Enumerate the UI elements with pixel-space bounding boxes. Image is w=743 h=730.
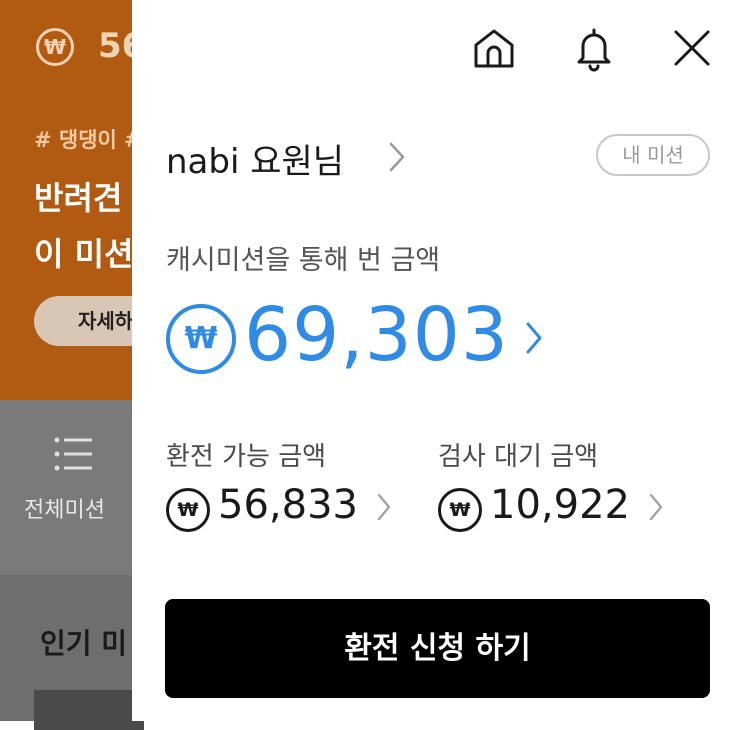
chevron-right-icon <box>526 322 542 354</box>
pending-review-value: 10,922 <box>490 482 630 528</box>
chevron-right-icon <box>377 493 391 521</box>
username: nabi 요원님 <box>166 142 345 182</box>
bell-icon[interactable] <box>570 24 618 72</box>
close-icon[interactable] <box>668 24 716 72</box>
earned-amount-row[interactable]: ₩ 69,303 <box>166 292 586 388</box>
hero-tags: # 댕댕이 # <box>34 128 142 152</box>
won-coin-icon: ₩ <box>438 488 482 532</box>
won-coin-icon: ₩ <box>36 28 74 66</box>
won-coin-icon: ₩ <box>166 304 236 374</box>
all-missions-label[interactable]: 전체미션 <box>24 492 105 524</box>
pending-review-amount[interactable]: 검사 대기 금액 ₩ 10,922 <box>438 436 678 536</box>
pending-review-label: 검사 대기 금액 <box>438 442 599 472</box>
chevron-right-icon <box>649 493 663 521</box>
exchangeable-label: 환전 가능 금액 <box>166 442 327 472</box>
hero-title: 반려견 이 미션 <box>34 179 134 273</box>
my-mission-button[interactable]: 내 미션 <box>596 134 710 176</box>
won-coin-icon: ₩ <box>166 488 210 532</box>
user-row[interactable]: nabi 요원님 내 미션 <box>166 134 710 182</box>
exchangeable-amount[interactable]: 환전 가능 금액 ₩ 56,833 <box>166 436 406 536</box>
home-icon[interactable] <box>470 24 518 72</box>
earned-amount-value: 69,303 <box>244 292 509 378</box>
list-menu-icon[interactable] <box>54 436 94 472</box>
wallet-drawer: nabi 요원님 내 미션 캐시미션을 통해 번 금액 ₩ 69,303 환전 … <box>132 0 743 721</box>
drawer-header <box>132 24 743 76</box>
popular-thumbnail <box>34 690 144 730</box>
earned-amount-label: 캐시미션을 통해 번 금액 <box>166 245 441 276</box>
apply-exchange-button[interactable]: 환전 신청 하기 <box>165 599 710 698</box>
chevron-right-icon <box>389 142 405 172</box>
exchangeable-value: 56,833 <box>218 482 358 528</box>
popular-heading: 인기 미 <box>40 627 128 660</box>
